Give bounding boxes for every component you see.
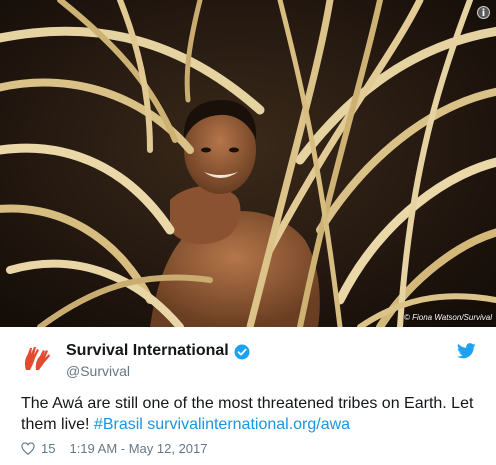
hashtag-link[interactable]: #Brasil: [94, 416, 143, 433]
survival-logo-icon[interactable]: [22, 344, 52, 372]
twitter-bird-icon[interactable]: [457, 343, 476, 359]
heart-icon[interactable]: [21, 442, 35, 455]
url-link[interactable]: survivalinternational.org/awa: [147, 416, 350, 433]
like-count[interactable]: 15: [41, 441, 55, 456]
author-handle[interactable]: @Survival: [66, 363, 130, 379]
embedded-tweet-card[interactable]: i © Fiona Watson/Survival Survival Inter…: [0, 0, 496, 465]
forest-portrait-image: [0, 0, 496, 327]
tweet-timestamp[interactable]: 1:19 AM - May 12, 2017: [69, 441, 207, 456]
tweet-text: The Awá are still one of the most threat…: [21, 393, 481, 435]
info-icon[interactable]: i: [477, 6, 490, 19]
tweet-footer: 15 1:19 AM - May 12, 2017: [21, 441, 208, 456]
verified-badge-icon: [234, 344, 250, 360]
photo-credit: © Fiona Watson/Survival: [403, 313, 492, 322]
author-name[interactable]: Survival International: [66, 342, 229, 360]
tweet-photo[interactable]: i © Fiona Watson/Survival: [0, 0, 496, 327]
